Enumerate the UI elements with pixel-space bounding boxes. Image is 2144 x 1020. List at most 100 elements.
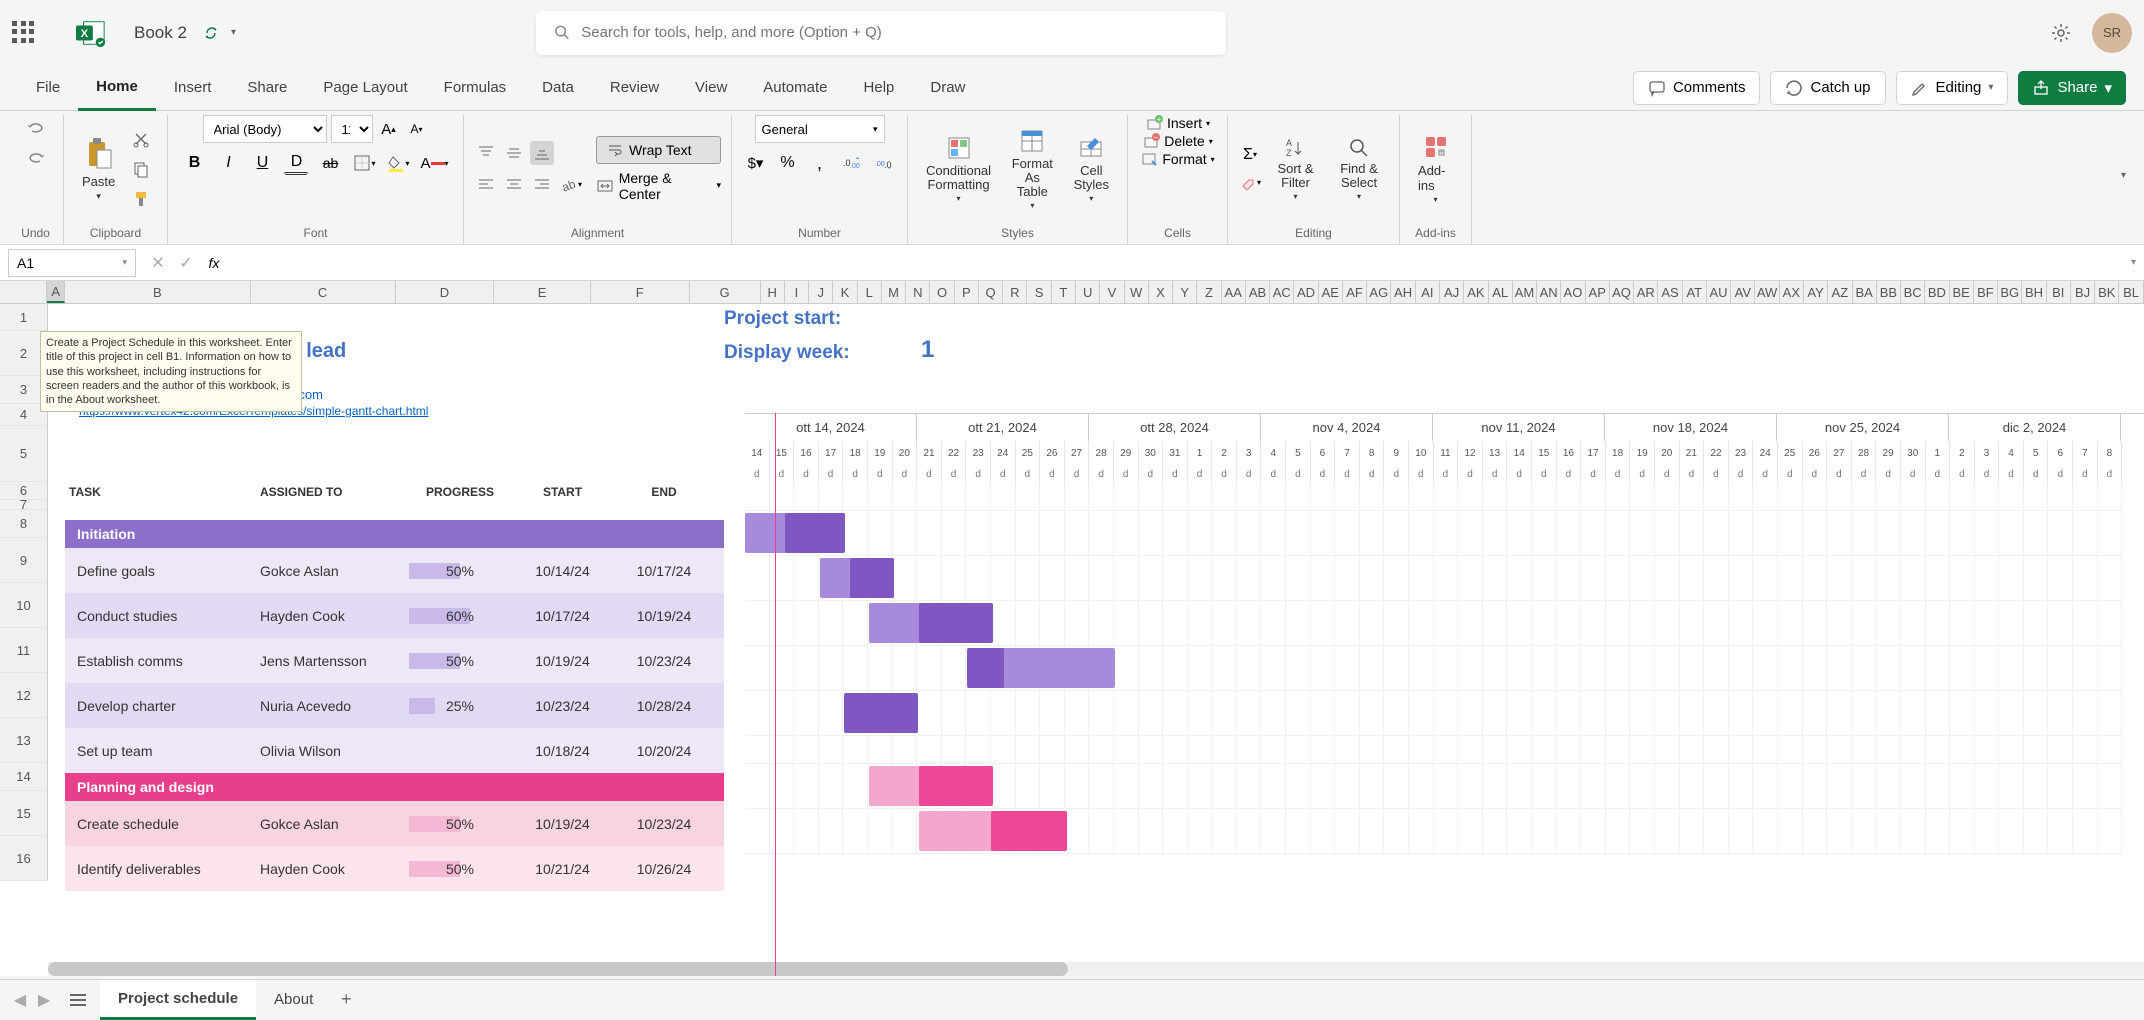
orientation-button[interactable]: ab▾	[558, 173, 582, 197]
font-size-select[interactable]: 11	[331, 115, 373, 143]
col-header-W[interactable]: W	[1125, 281, 1149, 303]
paste-button[interactable]: Paste▾	[74, 132, 123, 206]
increase-font-button[interactable]: A▴	[377, 117, 401, 141]
find-select-button[interactable]: Find & Select▾	[1329, 132, 1389, 206]
task-row[interactable]: Establish comms Jens Martensson 50% 10/1…	[65, 638, 724, 683]
wrap-text-button[interactable]: Wrap Text	[596, 136, 721, 164]
tab-automate[interactable]: Automate	[745, 65, 845, 111]
task-row[interactable]: Create schedule Gokce Aslan 50% 10/19/24…	[65, 801, 724, 846]
col-header-AA[interactable]: AA	[1222, 281, 1246, 303]
row-header-13[interactable]: 13	[0, 718, 48, 763]
tab-review[interactable]: Review	[592, 65, 677, 111]
scrollbar-thumb[interactable]	[48, 962, 1068, 976]
borders-button[interactable]: ▾	[352, 151, 376, 175]
editing-mode-button[interactable]: Editing ▾	[1896, 71, 2009, 105]
col-header-K[interactable]: K	[833, 281, 857, 303]
catch-up-button[interactable]: Catch up	[1770, 71, 1885, 105]
col-header-AN[interactable]: AN	[1537, 281, 1561, 303]
col-header-N[interactable]: N	[906, 281, 930, 303]
decrease-font-button[interactable]: A▾	[405, 117, 429, 141]
align-center-button[interactable]	[502, 173, 526, 197]
underline-button[interactable]: U	[250, 151, 274, 175]
section-header[interactable]: Initiation	[65, 520, 724, 548]
format-as-table-button[interactable]: Format As Table▾	[1003, 123, 1062, 215]
col-header-AJ[interactable]: AJ	[1440, 281, 1464, 303]
col-header-B[interactable]: B	[65, 281, 250, 303]
ribbon-collapse-icon[interactable]: ▾	[2121, 170, 2126, 181]
col-header-L[interactable]: L	[858, 281, 882, 303]
format-painter-button[interactable]	[129, 187, 153, 211]
all-sheets-icon[interactable]	[66, 994, 90, 1006]
tab-draw[interactable]: Draw	[912, 65, 983, 111]
formula-expand-icon[interactable]: ▾	[2131, 257, 2136, 268]
strikethrough-button[interactable]: ab	[318, 151, 342, 175]
row-header-1[interactable]: 1	[0, 304, 48, 331]
col-header-O[interactable]: O	[930, 281, 954, 303]
col-header-BF[interactable]: BF	[1974, 281, 1998, 303]
col-header-D[interactable]: D	[396, 281, 495, 303]
add-sheet-button[interactable]: +	[331, 989, 361, 1010]
name-box[interactable]: A1▾	[8, 249, 136, 277]
col-header-AH[interactable]: AH	[1391, 281, 1415, 303]
col-header-A[interactable]: A	[47, 281, 65, 303]
col-header-J[interactable]: J	[809, 281, 833, 303]
tab-file[interactable]: File	[18, 65, 78, 111]
conditional-formatting-button[interactable]: Conditional Formatting▾	[918, 130, 999, 208]
number-format-select[interactable]: General▾	[755, 115, 885, 143]
col-header-U[interactable]: U	[1076, 281, 1100, 303]
row-header-11[interactable]: 11	[0, 628, 48, 673]
row-header-10[interactable]: 10	[0, 583, 48, 628]
col-header-BJ[interactable]: BJ	[2071, 281, 2095, 303]
decrease-decimal-button[interactable]: .00.0	[872, 151, 896, 175]
document-title[interactable]: Book 2	[134, 23, 187, 43]
col-header-F[interactable]: F	[591, 281, 690, 303]
select-all-corner[interactable]	[0, 281, 47, 303]
col-header-S[interactable]: S	[1027, 281, 1051, 303]
row-header-7[interactable]: 7	[0, 500, 48, 510]
tab-home[interactable]: Home	[78, 65, 156, 111]
col-header-BK[interactable]: BK	[2095, 281, 2119, 303]
task-row[interactable]: Define goals Gokce Aslan 50% 10/14/24 10…	[65, 548, 724, 593]
horizontal-scrollbar[interactable]	[48, 962, 2144, 976]
chevron-down-icon[interactable]: ▾	[231, 27, 236, 38]
col-header-AT[interactable]: AT	[1683, 281, 1707, 303]
col-header-BG[interactable]: BG	[1998, 281, 2022, 303]
cancel-formula-button[interactable]: ✕	[146, 251, 170, 275]
col-header-V[interactable]: V	[1100, 281, 1124, 303]
insert-cells-button[interactable]: +Insert▾	[1145, 115, 1210, 131]
cell-styles-button[interactable]: Cell Styles▾	[1066, 130, 1117, 208]
avatar[interactable]: SR	[2092, 13, 2132, 53]
col-header-Y[interactable]: Y	[1173, 281, 1197, 303]
col-header-C[interactable]: C	[251, 281, 396, 303]
row-header-15[interactable]: 15	[0, 791, 48, 836]
col-header-AC[interactable]: AC	[1270, 281, 1294, 303]
tab-insert[interactable]: Insert	[156, 65, 230, 111]
sheet-tab-project-schedule[interactable]: Project schedule	[100, 980, 256, 1020]
col-header-AB[interactable]: AB	[1246, 281, 1270, 303]
col-header-AU[interactable]: AU	[1707, 281, 1731, 303]
task-row[interactable]: Conduct studies Hayden Cook 60% 10/17/24…	[65, 593, 724, 638]
col-header-AV[interactable]: AV	[1731, 281, 1755, 303]
col-header-BC[interactable]: BC	[1901, 281, 1925, 303]
merge-center-button[interactable]: Merge & Center ▾	[596, 170, 721, 202]
col-header-Z[interactable]: Z	[1197, 281, 1221, 303]
col-header-G[interactable]: G	[690, 281, 761, 303]
tab-view[interactable]: View	[677, 65, 745, 111]
gantt-bar[interactable]	[844, 693, 918, 733]
col-header-AZ[interactable]: AZ	[1828, 281, 1852, 303]
search-box[interactable]	[536, 11, 1226, 55]
task-row[interactable]: Develop charter Nuria Acevedo 25% 10/23/…	[65, 683, 724, 728]
col-header-AI[interactable]: AI	[1416, 281, 1440, 303]
col-header-P[interactable]: P	[955, 281, 979, 303]
col-header-BI[interactable]: BI	[2047, 281, 2071, 303]
share-button[interactable]: Share ▾	[2018, 71, 2126, 105]
col-header-AP[interactable]: AP	[1586, 281, 1610, 303]
col-header-AM[interactable]: AM	[1513, 281, 1537, 303]
col-header-BB[interactable]: BB	[1877, 281, 1901, 303]
autosum-button[interactable]: Σ▾	[1238, 143, 1262, 167]
fx-button[interactable]: fx	[202, 251, 226, 275]
formula-input[interactable]	[236, 249, 2123, 277]
col-header-I[interactable]: I	[785, 281, 809, 303]
double-underline-button[interactable]: D	[284, 151, 308, 175]
col-header-AQ[interactable]: AQ	[1610, 281, 1634, 303]
